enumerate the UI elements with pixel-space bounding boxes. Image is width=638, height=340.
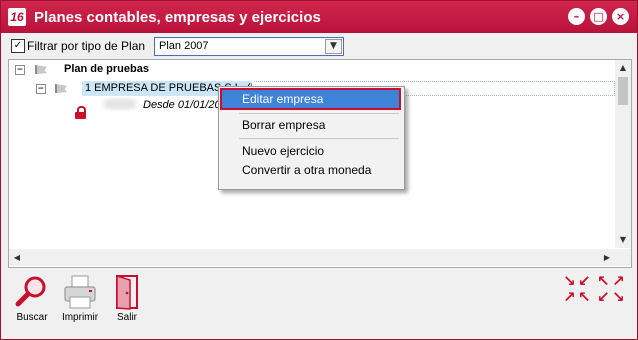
search-label: Buscar	[16, 312, 48, 323]
main-window: 16 Planes contables, empresas y ejercici…	[0, 0, 638, 340]
plan-type-value: Plan 2007	[159, 40, 209, 52]
tree-root-label[interactable]: Plan de pruebas	[64, 63, 149, 75]
menu-item-editar-empresa[interactable]: Editar empresa	[220, 88, 401, 110]
redacted-text	[104, 99, 136, 109]
collapse-icon[interactable]: −	[36, 84, 46, 94]
door-exit-icon	[116, 274, 138, 310]
lock-icon	[75, 106, 86, 119]
vertical-scrollbar[interactable]: ▲ ▼	[615, 60, 631, 248]
print-button[interactable]: Imprimir	[61, 273, 99, 325]
scroll-thumb[interactable]	[618, 77, 628, 105]
context-menu: Editar empresa Borrar empresa Nuevo ejer…	[218, 86, 405, 190]
minimize-icon[interactable]: –	[568, 8, 585, 25]
maximize-icon[interactable]: □	[590, 8, 607, 25]
horizontal-scrollbar[interactable]: ◀ ▶	[9, 249, 615, 266]
scroll-right-icon[interactable]: ▶	[599, 249, 615, 266]
exit-button[interactable]: Salir	[108, 273, 146, 325]
menu-separator	[239, 138, 399, 139]
magnifier-icon	[15, 276, 46, 307]
title-bar[interactable]: 16 Planes contables, empresas y ejercici…	[1, 1, 637, 33]
window-title: Planes contables, empresas y ejercicios	[34, 9, 321, 26]
scrollbar-corner	[615, 249, 631, 266]
plan-type-select[interactable]: Plan 2007 ▼	[154, 37, 344, 56]
print-label: Imprimir	[61, 312, 99, 323]
search-button[interactable]: Buscar	[13, 273, 51, 325]
resize-arrows: ↘ ↗ ↙ ↖ ↖ ↗ ↙ ↘	[563, 272, 625, 306]
menu-item-convertir-moneda[interactable]: Convertir a otra moneda	[221, 160, 400, 180]
filter-label: Filtrar por tipo de Plan	[27, 39, 146, 53]
menu-item-nuevo-ejercicio[interactable]: Nuevo ejercicio	[221, 141, 400, 161]
dropdown-arrow-icon[interactable]: ▼	[325, 39, 342, 54]
exit-label: Salir	[116, 312, 137, 323]
scroll-up-icon[interactable]: ▲	[615, 60, 631, 76]
flag-icon	[35, 65, 47, 74]
close-icon[interactable]: ×	[612, 8, 629, 25]
filter-checkbox[interactable]: ✓	[11, 39, 25, 53]
flag-icon	[55, 84, 67, 93]
printer-icon	[64, 275, 96, 309]
collapse-icon[interactable]: −	[15, 65, 25, 75]
scroll-down-icon[interactable]: ▼	[615, 232, 631, 248]
tree-exercise-label[interactable]: Desde 01/01/20	[143, 99, 221, 111]
filter-bar: ✓ Filtrar por tipo de Plan Plan 2007 ▼	[1, 34, 637, 58]
app-icon: 16	[8, 8, 26, 26]
menu-separator	[239, 113, 399, 114]
menu-item-borrar-empresa[interactable]: Borrar empresa	[221, 115, 400, 135]
scroll-left-icon[interactable]: ◀	[9, 249, 25, 266]
